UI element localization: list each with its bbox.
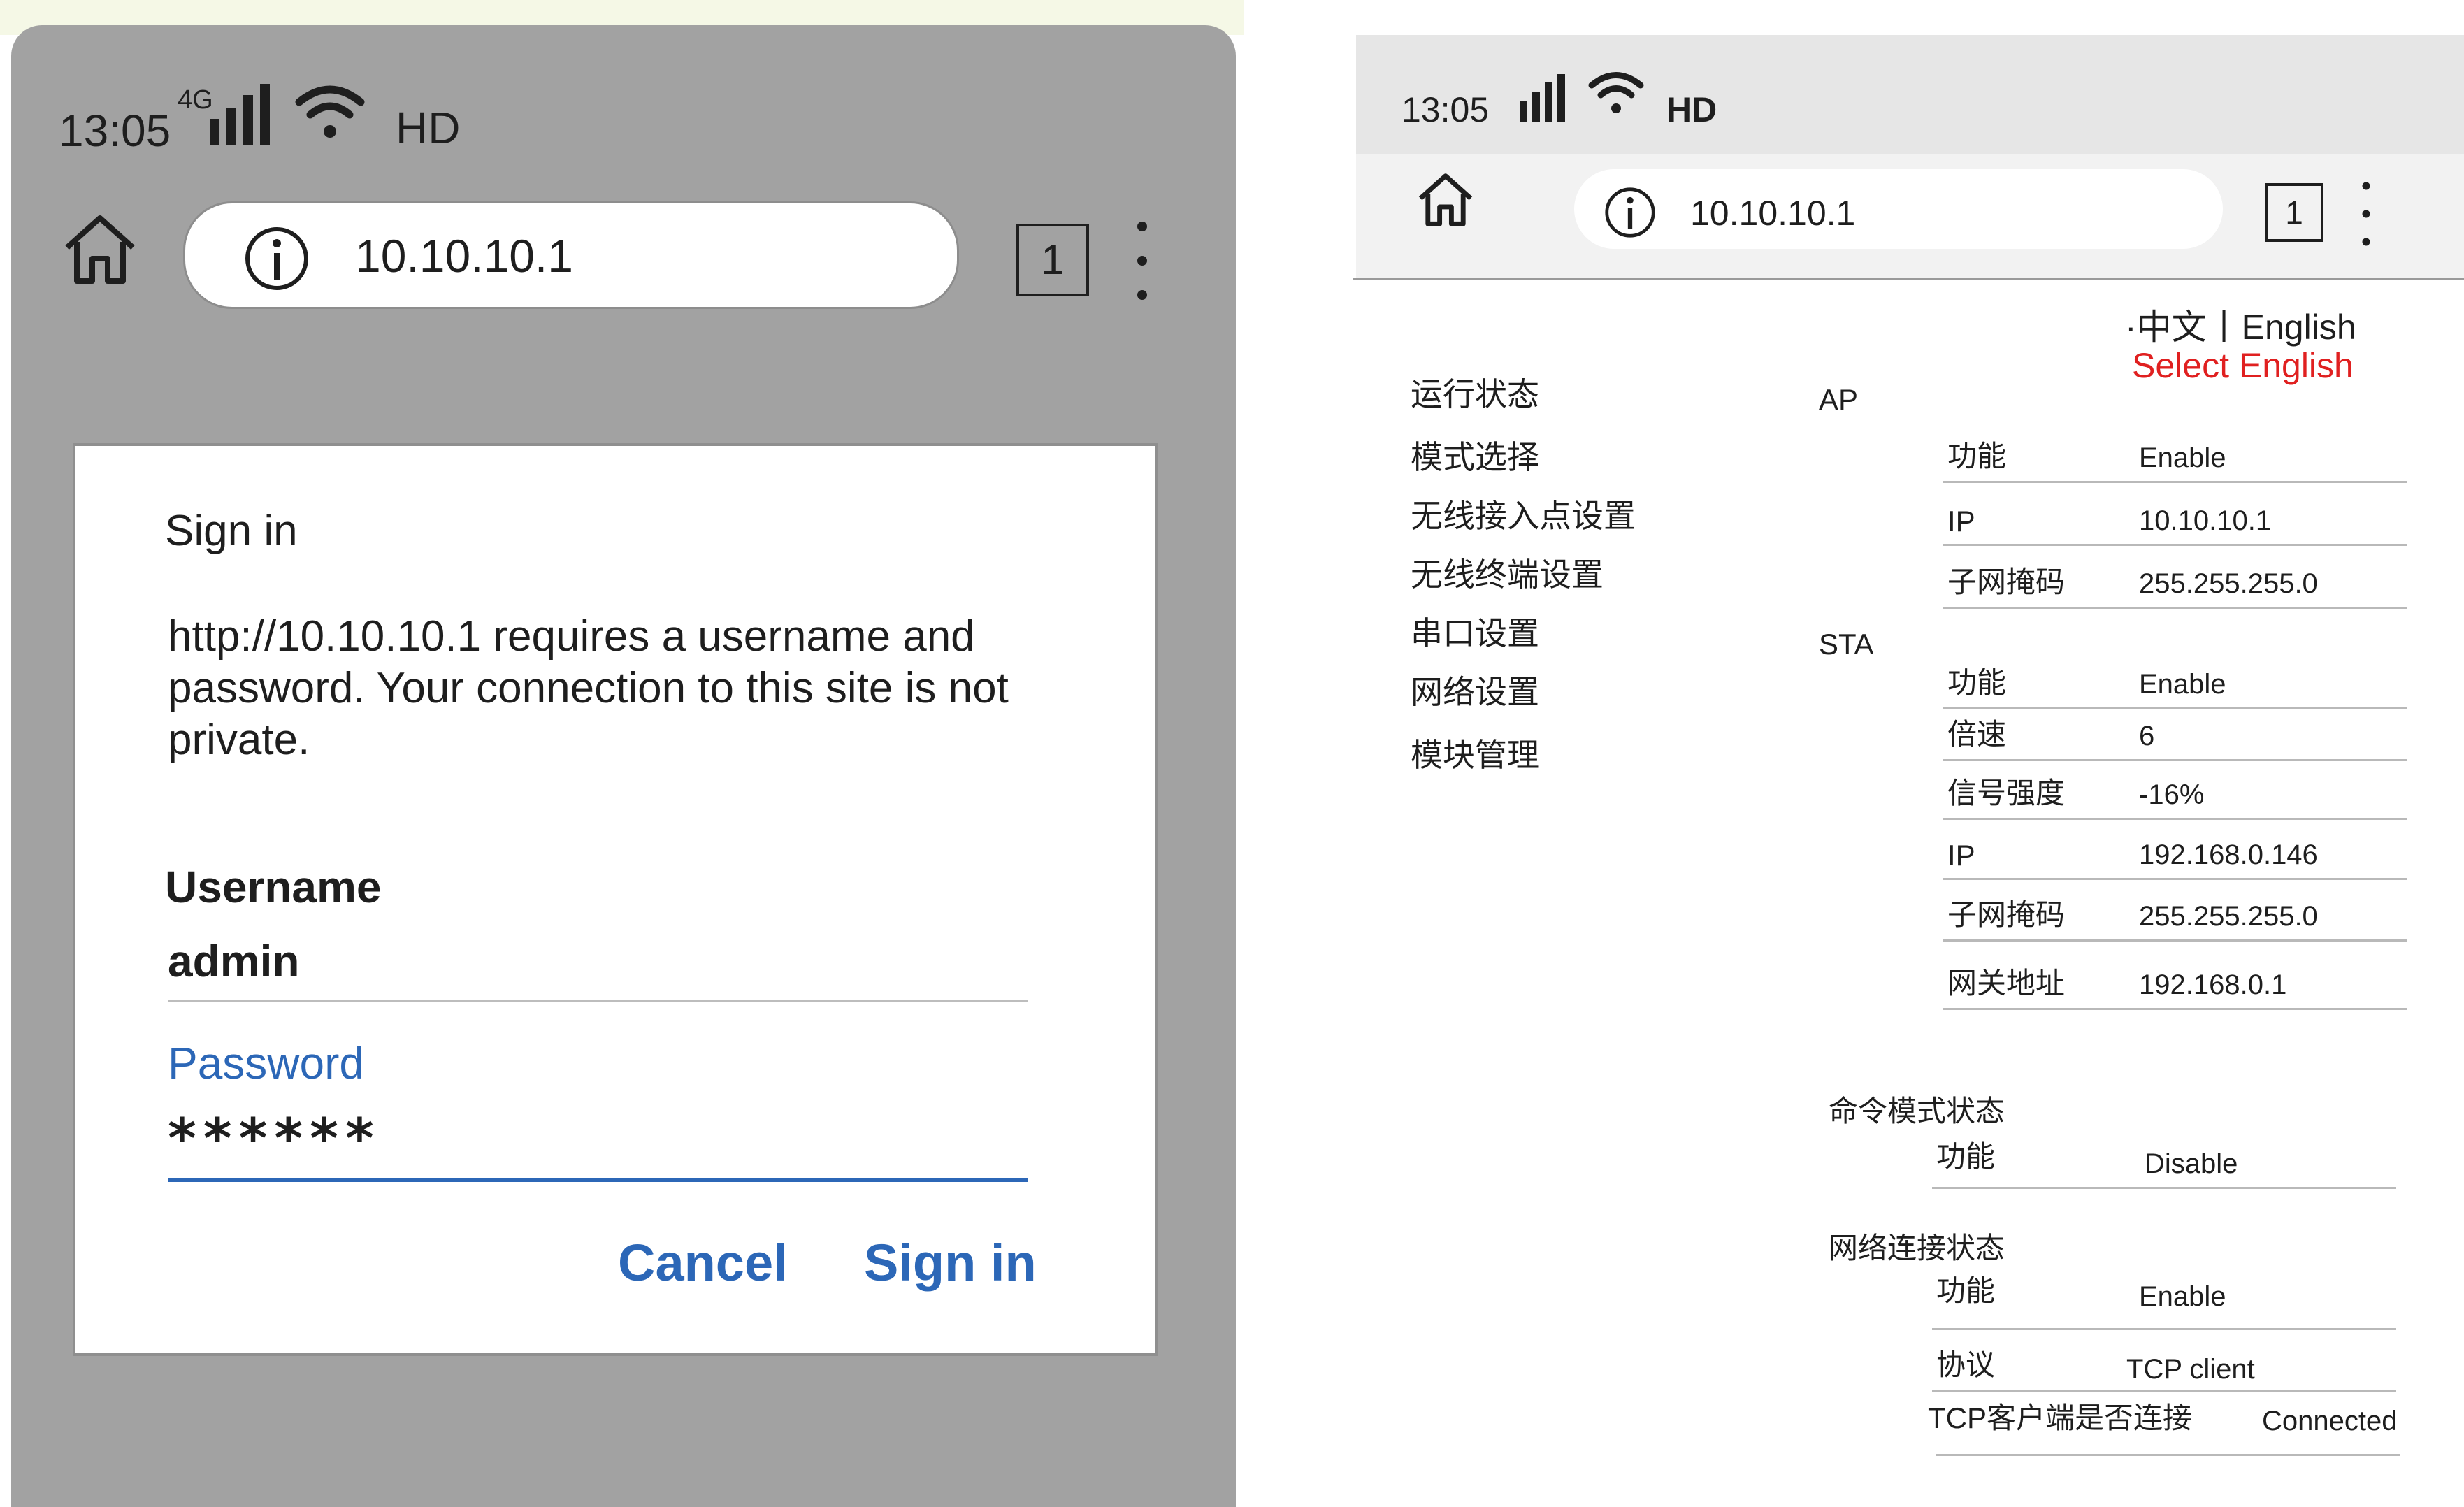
info-icon[interactable] — [1604, 186, 1657, 239]
table-row: 功能 Enable — [1943, 439, 2407, 483]
table-row: 协议 TCP client — [1932, 1339, 2396, 1392]
sign-in-button[interactable]: Sign in — [864, 1233, 1037, 1292]
row-key: 网关地址 — [1947, 967, 2066, 1000]
hd-indicator: HD — [396, 103, 461, 153]
tab-count-button[interactable]: 1 — [2265, 183, 2323, 242]
table-row: 功能 Enable — [1932, 1274, 2396, 1330]
nav-item-module-management[interactable]: 模块管理 — [1411, 730, 1539, 776]
row-value: Connected — [2262, 1406, 2398, 1436]
wifi-icon — [1588, 72, 1644, 113]
table-row: 子网掩码 255.255.255.0 — [1943, 897, 2407, 942]
more-menu-icon[interactable] — [2354, 179, 2378, 249]
nav-item-network-settings[interactable]: 网络设置 — [1411, 667, 1539, 713]
table-row: 功能 Enable — [1943, 665, 2407, 709]
username-label: Username — [165, 862, 382, 912]
section-title-ap: AP — [1819, 383, 1859, 416]
row-value: 192.168.0.1 — [2139, 969, 2287, 1000]
table-row: 信号强度 -16% — [1943, 776, 2407, 820]
tab-count-button[interactable]: 1 — [1016, 224, 1089, 296]
signal-icon — [1520, 74, 1565, 122]
info-icon[interactable] — [243, 225, 310, 292]
table-row: IP 192.168.0.146 — [1943, 836, 2407, 880]
section-title-network-connection: 网络连接状态 — [1829, 1232, 2005, 1264]
row-key: 子网掩码 — [1947, 565, 2066, 598]
row-key: TCP客户端是否连接 — [1928, 1401, 2193, 1434]
language-switcher[interactable]: ·中文丨English — [2125, 299, 2356, 349]
row-value: -16% — [2139, 779, 2205, 810]
dialog-title: Sign in — [165, 507, 298, 555]
row-value: Enable — [2139, 1281, 2226, 1312]
table-row: 倍速 6 — [1943, 717, 2407, 761]
table-row: IP 10.10.10.1 — [1943, 502, 2407, 546]
username-input[interactable] — [168, 923, 1028, 1002]
status-time: 13:05 — [1402, 90, 1490, 129]
table-row: 子网掩码 255.255.255.0 — [1943, 565, 2407, 609]
home-icon[interactable] — [62, 211, 138, 288]
language-hint: Select English — [2132, 346, 2354, 385]
row-key: 倍速 — [1947, 718, 2007, 751]
row-value: 255.255.255.0 — [2139, 568, 2318, 599]
row-key: 功能 — [1936, 1140, 1996, 1173]
section-title-command-mode: 命令模式状态 — [1829, 1095, 2005, 1127]
row-value: TCP client — [2126, 1354, 2255, 1385]
home-icon[interactable] — [1416, 171, 1475, 229]
cancel-button[interactable]: Cancel — [618, 1233, 788, 1292]
row-key: 子网掩码 — [1947, 898, 2066, 931]
url-text[interactable]: 10.10.10.1 — [1690, 193, 1855, 233]
nav-item-sta-settings[interactable]: 无线终端设置 — [1411, 549, 1604, 596]
row-value: Enable — [2139, 442, 2226, 473]
row-value: Enable — [2139, 669, 2226, 700]
wifi-icon — [295, 85, 365, 138]
row-value: Disable — [2145, 1148, 2238, 1179]
hd-indicator: HD — [1666, 90, 1717, 129]
password-label: Password — [168, 1038, 364, 1088]
dialog-message: http://10.10.10.1 requires a username an… — [168, 612, 1009, 764]
nav-item-mode[interactable]: 模式选择 — [1411, 432, 1539, 478]
status-time: 13:05 — [59, 106, 171, 156]
more-menu-icon[interactable] — [1127, 217, 1158, 305]
row-value: 6 — [2139, 721, 2155, 751]
row-key: IP — [1947, 505, 1975, 538]
row-key: 功能 — [1947, 440, 2007, 473]
table-row: 功能 Disable — [1932, 1140, 2396, 1189]
toolbar-divider — [1353, 278, 2464, 280]
row-key: 信号强度 — [1947, 777, 2066, 809]
row-key: 功能 — [1947, 666, 2007, 699]
row-key: 协议 — [1936, 1348, 1996, 1381]
nav-item-status[interactable]: 运行状态 — [1411, 369, 1539, 415]
row-value: 192.168.0.146 — [2139, 839, 2318, 870]
address-bar[interactable] — [1574, 169, 2223, 249]
row-key: IP — [1947, 839, 1975, 872]
table-row: 网关地址 192.168.0.1 — [1943, 966, 2407, 1010]
row-key: 功能 — [1936, 1274, 1996, 1307]
nav-item-serial-settings[interactable]: 串口设置 — [1411, 608, 1539, 654]
row-value: 10.10.10.1 — [2139, 505, 2272, 536]
section-title-sta: STA — [1819, 628, 1874, 661]
password-input[interactable] — [168, 1100, 1028, 1182]
table-row: TCP客户端是否连接 Connected — [1928, 1394, 2400, 1456]
signal-icon — [210, 84, 270, 145]
nav-item-ap-settings[interactable]: 无线接入点设置 — [1411, 491, 1636, 537]
row-value: 255.255.255.0 — [2139, 901, 2318, 932]
url-text[interactable]: 10.10.10.1 — [355, 229, 573, 282]
